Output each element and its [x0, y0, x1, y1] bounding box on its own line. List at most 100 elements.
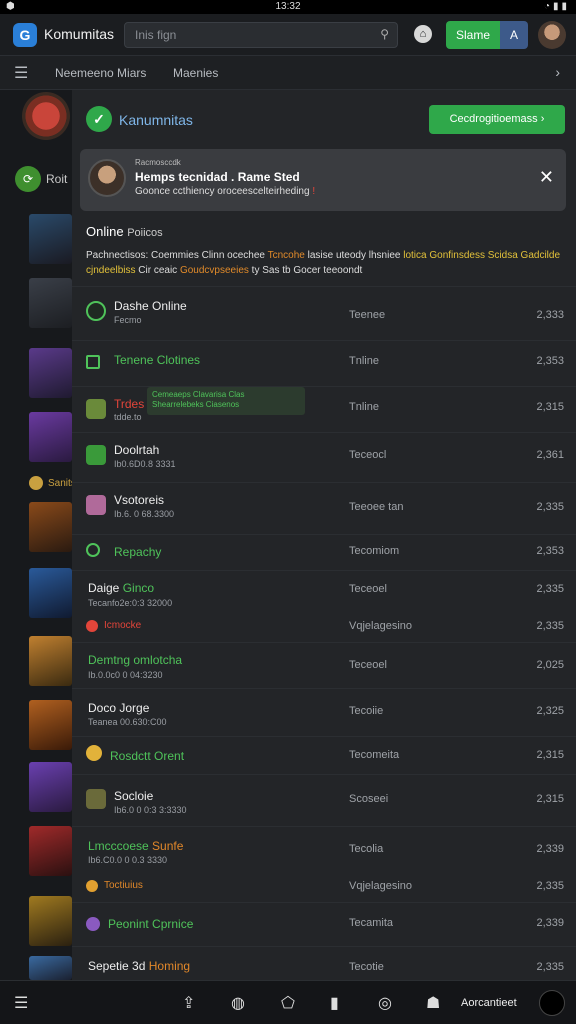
list-item[interactable]: Doco Jorge Teanea 00.630:C00 Tecoiie 2,3… [72, 688, 576, 736]
row-name: Lmcccoese Sunfe [88, 839, 183, 853]
game-thumbnail[interactable] [29, 348, 72, 398]
tooltip-line-2: Shearrelebeks Ciasenos [152, 400, 240, 409]
row-value: 2,339 [536, 843, 564, 855]
share-icon[interactable]: ⇪ [182, 993, 195, 1013]
row-sub: Ib6.C0.0 0 0.3 3330 [88, 855, 168, 865]
game-thumbnail[interactable] [29, 896, 72, 946]
row-name: Daige Ginco [88, 581, 154, 595]
history-icon[interactable]: ◎ [378, 993, 392, 1013]
list-item[interactable]: Lmcccoese Sunfe Ib6.C0.0 0 0.3 3330 Teco… [72, 826, 576, 872]
list-item[interactable]: Rosdctt Orent Tecomeita 2,315 [72, 736, 576, 774]
game-thumbnail[interactable] [29, 412, 72, 462]
profile-icon[interactable]: ☗ [426, 993, 440, 1013]
row-status: Tecoiie [349, 705, 384, 717]
game-thumbnail[interactable] [29, 826, 72, 876]
game-thumbnail[interactable] [29, 636, 72, 686]
alert-dot-icon [86, 620, 98, 632]
panel-title: Kanumnitas [119, 112, 193, 128]
row-name: Tenene Clotines [114, 353, 201, 367]
game-thumbnail[interactable] [29, 278, 72, 328]
list-item[interactable]: Daige Ginco Tecanfo2e:0:3 32000 Teceoel … [72, 570, 576, 612]
left-sidebar: ⟳ Roit Sanits [0, 90, 76, 980]
list-item[interactable]: Peonint Cprnice Tecamita 2,339 [72, 902, 576, 946]
online-heading: Online Poiicos [86, 224, 163, 239]
row-value: 2,335 [536, 501, 564, 513]
game-icon [86, 789, 106, 809]
list-item[interactable]: Tenene Clotines Tnline 2,353 [72, 340, 576, 386]
row-name-b: Ginco [122, 581, 155, 595]
app-title: Komumitas [44, 26, 115, 42]
row-value: 2,025 [536, 659, 564, 671]
account-avatar[interactable] [539, 990, 565, 1016]
avatar[interactable] [538, 21, 566, 49]
row-value: 2,333 [536, 309, 564, 321]
row-sub: tdde.to [114, 412, 142, 422]
chevron-right-icon[interactable]: › [555, 64, 560, 80]
close-icon[interactable]: ✕ [539, 167, 554, 188]
list-item[interactable]: Dashe Online Fecmo Teenee 2,333 [72, 286, 576, 340]
list-item[interactable]: Repachy Tecomiom 2,353 [72, 534, 576, 570]
list-item[interactable]: Demtng omlotcha Ib.0.0c0 0 04:3230 Teceo… [72, 642, 576, 688]
page-icon[interactable]: ▮ [330, 993, 339, 1013]
row-status: Teeoee tan [349, 501, 404, 513]
share-button[interactable]: Slame [446, 21, 500, 49]
row-name-a: Daige [88, 581, 120, 595]
search-icon[interactable]: ⚲ [380, 27, 389, 41]
tab-bar: ☰ Neemeeno Miars Maenies › [0, 56, 576, 90]
tab-neemeeno[interactable]: Neemeeno Miars [55, 66, 146, 80]
refresh-icon [86, 543, 100, 557]
row-name: Repachy [114, 545, 162, 559]
game-thumbnail[interactable] [29, 762, 72, 812]
sidebar-label: Roit [46, 172, 68, 186]
globe-icon[interactable]: ◍ [231, 993, 245, 1013]
game-thumbnail[interactable] [29, 502, 72, 552]
row-status: Tnline [349, 355, 379, 367]
row-value: 2,361 [536, 449, 564, 461]
row-value: 2,353 [536, 545, 564, 557]
row-name-b: Homing [148, 959, 191, 973]
account-label[interactable]: Aorcantieet [461, 997, 517, 1009]
menu-icon[interactable]: ☰ [14, 993, 28, 1013]
list-item[interactable]: Socloie Ib6.0 0 0:3 3:3330 Scoseei 2,315 [72, 774, 576, 826]
notification-card[interactable]: Racmosccdk Hemps tecnidad . Rame Sted Go… [80, 149, 566, 211]
list-item[interactable]: Icmocke Vqjelagesino 2,335 [72, 612, 576, 642]
game-icon [86, 495, 106, 515]
menu-icon[interactable]: ☰ [14, 63, 28, 83]
list-item[interactable]: Toctiuius Vqjelagesino 2,335 [72, 872, 576, 902]
row-status: Teenee [349, 309, 386, 321]
row-name: Peonint Cprnice [108, 917, 194, 931]
game-thumbnail[interactable] [29, 214, 72, 264]
panel-action-button[interactable]: Cecdrogitioemass › [429, 105, 565, 134]
row-status: Teceocl [349, 449, 387, 461]
row-name: Dashe Online [114, 299, 187, 313]
panel-action-label: Cecdrogitioemass [449, 113, 538, 125]
row-sub: Ib.0.0c0 0 04:3230 [88, 670, 163, 680]
secondary-button[interactable]: A [500, 21, 528, 49]
game-thumbnail[interactable] [29, 568, 72, 618]
row-status: Teceoel [349, 659, 387, 671]
tag-icon [86, 355, 100, 369]
row-sub: Ib.6. 0 68.3300 [114, 509, 175, 519]
game-icon [86, 399, 106, 419]
row-status: Tecomiom [349, 545, 400, 557]
search-input[interactable]: Inis fign ⚲ [124, 22, 398, 48]
tooltip-line-1: Cemeaeps Clavarisa Clas [152, 390, 245, 399]
home-icon[interactable]: ⌂ [414, 25, 432, 43]
search-placeholder: Inis fign [135, 28, 177, 42]
row-value: 2,315 [536, 401, 564, 413]
list-item[interactable]: Vsotoreis Ib.6. 0 68.3300 Teeoee tan 2,3… [72, 482, 576, 534]
game-thumbnail[interactable] [29, 956, 72, 980]
row-status: Tecomeita [349, 749, 400, 761]
row-name: Doolrtah [114, 443, 160, 457]
bottom-nav: ☰ ⇪ ◍ ⬠ ▮ ◎ ☗ Aorcantieet [0, 980, 576, 1024]
green-community-icon[interactable]: ⟳ [15, 166, 41, 192]
community-badge[interactable] [22, 92, 70, 140]
row-value: 2,325 [536, 705, 564, 717]
row-status: Tnline [349, 401, 379, 413]
list-item[interactable]: Sepetie 3d Homing Tecotie 2,335 [72, 946, 576, 980]
tab-maenies[interactable]: Maenies [173, 66, 218, 80]
bookmark-icon[interactable]: ⬠ [281, 993, 295, 1013]
game-thumbnail[interactable] [29, 700, 72, 750]
app-logo-icon[interactable]: G [13, 23, 37, 47]
list-item[interactable]: Doolrtah Ib0.6D0.8 3331 Teceocl 2,361 [72, 432, 576, 482]
